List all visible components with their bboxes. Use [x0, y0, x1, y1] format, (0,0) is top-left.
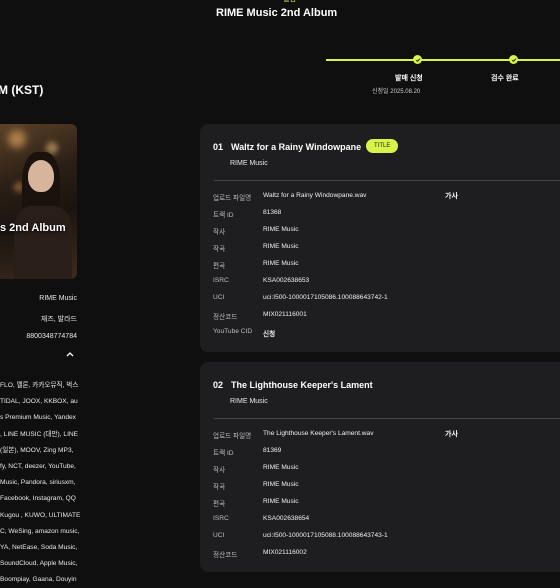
field-value: RIME Music: [263, 226, 299, 233]
cover-album-title: s 2nd Album: [0, 222, 66, 234]
info-upc-value: 8800348774784: [26, 333, 77, 340]
platform-line: fy, NCT, deezer, YouTube,: [0, 462, 76, 470]
platform-line: TIDAL, JOOX, KKBOX, au: [0, 398, 78, 406]
platform-line: SoundCloud, Apple Music,: [0, 560, 78, 568]
field-value: uci:I500-1000017105088.100088643743-1: [263, 532, 388, 539]
field-label: 정산코드: [213, 552, 238, 559]
chevron-up-icon[interactable]: [66, 351, 74, 357]
field-value: Waltz for a Rainy Windowpane.wav: [263, 192, 367, 199]
field-label: 편곡: [213, 263, 226, 270]
info-artist-value: RIME Music: [39, 295, 77, 302]
field-value: RIME Music: [263, 243, 299, 250]
album-title: RIME Music 2nd Album: [216, 7, 338, 19]
platform-line: s Premium Music, Yandex: [0, 414, 76, 422]
field-label: ISRC: [213, 277, 229, 284]
field-value: MIX021116002: [263, 549, 307, 556]
platform-line: , LINE MUSIC (대만), LINE: [0, 430, 79, 438]
field-value: 81368: [263, 209, 282, 216]
field-value: RIME Music: [263, 481, 299, 488]
title-badge: TITLE: [366, 139, 399, 153]
divider: [214, 418, 560, 419]
field-label: 트랙 ID: [213, 212, 234, 219]
platform-line: C, WeSing, amazon music,: [0, 527, 80, 535]
lyrics-label[interactable]: 가사: [445, 429, 458, 439]
track-number: 02: [213, 380, 224, 390]
track-number: 01: [213, 142, 224, 152]
platform-line: FLO, 멜론, 카카오뮤직, 벅스: [0, 382, 79, 389]
field-label: YouTube CID: [213, 328, 253, 335]
field-label: 업로드 파일명: [213, 433, 252, 440]
field-label: 업로드 파일명: [213, 195, 252, 202]
step-label-apply: 발매 신청: [395, 75, 423, 82]
track-card-2: 02 The Lighthouse Keeper's Lament RIME M…: [200, 362, 560, 572]
field-value: RIME Music: [263, 260, 299, 267]
check-icon: [413, 55, 422, 64]
platform-line: Music, Pandora, siriusxm,: [0, 479, 76, 487]
track-artist: RIME Music: [230, 160, 268, 167]
field-label: ISRC: [213, 515, 229, 522]
field-label: 작사: [213, 229, 226, 236]
field-label: UCI: [213, 532, 225, 539]
platform-line: (일본), MOOV, Zing MP3,: [0, 446, 74, 454]
progress-line: [326, 59, 560, 61]
field-value: KSA002638653: [263, 277, 310, 284]
album-type-label: 앨범: [283, 0, 296, 4]
track-card-1: 01 Waltz for a Rainy Windowpane TITLE RI…: [200, 124, 560, 352]
info-genre-value: 재즈, 발라드: [40, 316, 77, 323]
track-title: Waltz for a Rainy Windowpane: [231, 142, 362, 152]
release-time-title: M (KST): [0, 83, 44, 97]
field-value: The Lighthouse Keeper's Lament.wav: [263, 430, 374, 437]
field-value: 신청: [263, 331, 276, 338]
divider: [214, 180, 560, 181]
field-label: 작사: [213, 467, 226, 474]
field-value: uci:I500-1000017105086.100088643742-1: [263, 294, 388, 301]
field-label: 편곡: [213, 501, 226, 508]
field-label: 정산코드: [213, 314, 238, 321]
check-icon: [509, 55, 518, 64]
lyrics-label[interactable]: 가사: [445, 191, 458, 201]
field-label: UCI: [213, 294, 225, 301]
album-cover-image: [0, 124, 77, 279]
step-date-apply: 신청일 2025.08.20: [372, 89, 421, 95]
field-label: 작곡: [213, 246, 226, 253]
field-value: KSA002638654: [263, 515, 310, 522]
track-artist: RIME Music: [230, 398, 268, 405]
field-value: 81369: [263, 447, 282, 454]
field-label: 작곡: [213, 484, 226, 491]
platform-line: YA, NetEase, Soda Music,: [0, 543, 78, 551]
field-value: MIX021116001: [263, 311, 307, 318]
platform-line: Boompiay, Gaana, Douyin: [0, 576, 77, 584]
platform-line: Facebook, Instagram, QQ: [0, 495, 76, 503]
field-value: RIME Music: [263, 464, 299, 471]
step-label-review: 검수 완료: [491, 75, 519, 82]
platform-list: FLO, 멜론, 카카오뮤직, 벅스 TIDAL, JOOX, KKBOX, a…: [0, 378, 80, 588]
platform-line: Kugou , KUWO, ULTIMATE: [0, 511, 80, 519]
field-value: RIME Music: [263, 498, 299, 505]
field-label: 트랙 ID: [213, 450, 234, 457]
track-title: The Lighthouse Keeper's Lament: [231, 380, 373, 390]
